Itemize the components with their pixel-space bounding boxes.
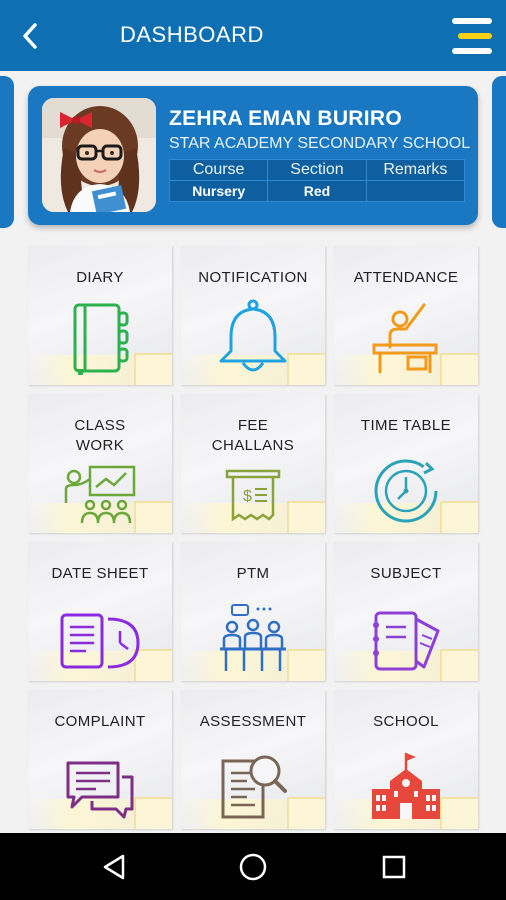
attendance-icon <box>372 303 438 373</box>
tile-label: FEE CHALLANS <box>211 417 295 454</box>
nav-recents-square-icon <box>382 855 406 879</box>
page-title: DASHBOARD <box>120 22 264 47</box>
subject-notebook-icon <box>373 611 440 671</box>
course-header: Course <box>168 159 269 181</box>
tile-label: DATE SHEET <box>51 565 149 582</box>
back-chevron-icon <box>23 23 37 49</box>
school-name: STAR ACADEMY SECONDARY SCHOOL <box>169 135 471 152</box>
tile-complaint[interactable]: COMPLAINT <box>28 690 172 829</box>
remarks-value <box>365 180 466 202</box>
remarks-header: Remarks <box>365 159 466 181</box>
student-name: ZEHRA EMAN BURIRO <box>169 107 402 130</box>
section-header: Section <box>267 159 367 181</box>
tile-label: NOTIFICATION <box>198 269 308 286</box>
tile-time-table[interactable]: TIME TABLE <box>334 394 478 533</box>
svg-text:$: $ <box>243 488 252 505</box>
menu-button[interactable] <box>450 14 494 58</box>
hamburger-menu-icon <box>450 14 494 58</box>
classwork-icon <box>64 465 136 524</box>
system-navigation-bar <box>0 833 506 900</box>
tile-notification[interactable]: NOTIFICATION <box>181 246 325 385</box>
tile-attendance[interactable]: ATTENDANCE <box>334 246 478 385</box>
datesheet-icon <box>60 613 140 669</box>
tile-ptm[interactable]: PTM <box>181 542 325 681</box>
tile-label: SUBJECT <box>370 565 442 582</box>
tile-label: DIARY <box>76 269 124 286</box>
student-info-table: Course Section Remarks Nursery Red <box>168 159 466 202</box>
bell-icon <box>219 299 287 372</box>
section-value: Red <box>267 180 367 202</box>
back-button[interactable] <box>12 18 48 54</box>
tile-school[interactable]: SCHOOL <box>334 690 478 829</box>
course-value: Nursery <box>168 180 269 202</box>
previous-card-peek[interactable] <box>0 76 14 228</box>
tile-assessment[interactable]: ASSESSMENT <box>181 690 325 829</box>
student-avatar <box>42 98 156 212</box>
meeting-icon <box>220 604 286 671</box>
tile-label: CLASS WORK <box>74 417 126 454</box>
nav-recents-button[interactable] <box>376 849 412 885</box>
tile-label: TIME TABLE <box>360 417 452 434</box>
nav-back-button[interactable] <box>96 849 132 885</box>
diary-icon <box>73 303 129 375</box>
tile-fee-challans[interactable]: FEE CHALLANS $ <box>181 394 325 533</box>
student-profile-card[interactable]: ZEHRA EMAN BURIRO STAR ACADEMY SECONDARY… <box>28 86 478 225</box>
tile-label: ASSESSMENT <box>199 713 307 730</box>
clock-icon <box>374 459 438 523</box>
tile-label: SCHOOL <box>373 713 439 730</box>
complaint-chat-icon <box>66 761 134 819</box>
nav-back-triangle-icon <box>103 854 125 880</box>
fee-challan-icon: $ <box>225 469 281 522</box>
next-card-peek[interactable] <box>492 76 506 228</box>
app-header: DASHBOARD <box>0 0 506 71</box>
nav-home-button[interactable] <box>235 849 271 885</box>
assessment-search-icon <box>221 755 287 819</box>
school-building-icon <box>372 753 440 819</box>
nav-home-circle-icon <box>239 853 267 881</box>
tile-class-work[interactable]: CLASS WORK <box>28 394 172 533</box>
tile-label: ATTENDANCE <box>353 269 459 286</box>
tile-date-sheet[interactable]: DATE SHEET <box>28 542 172 681</box>
tile-label: PTM <box>236 565 270 582</box>
tile-subject[interactable]: SUBJECT <box>334 542 478 681</box>
tile-diary[interactable]: DIARY <box>28 246 172 385</box>
tile-label: COMPLAINT <box>54 713 146 730</box>
